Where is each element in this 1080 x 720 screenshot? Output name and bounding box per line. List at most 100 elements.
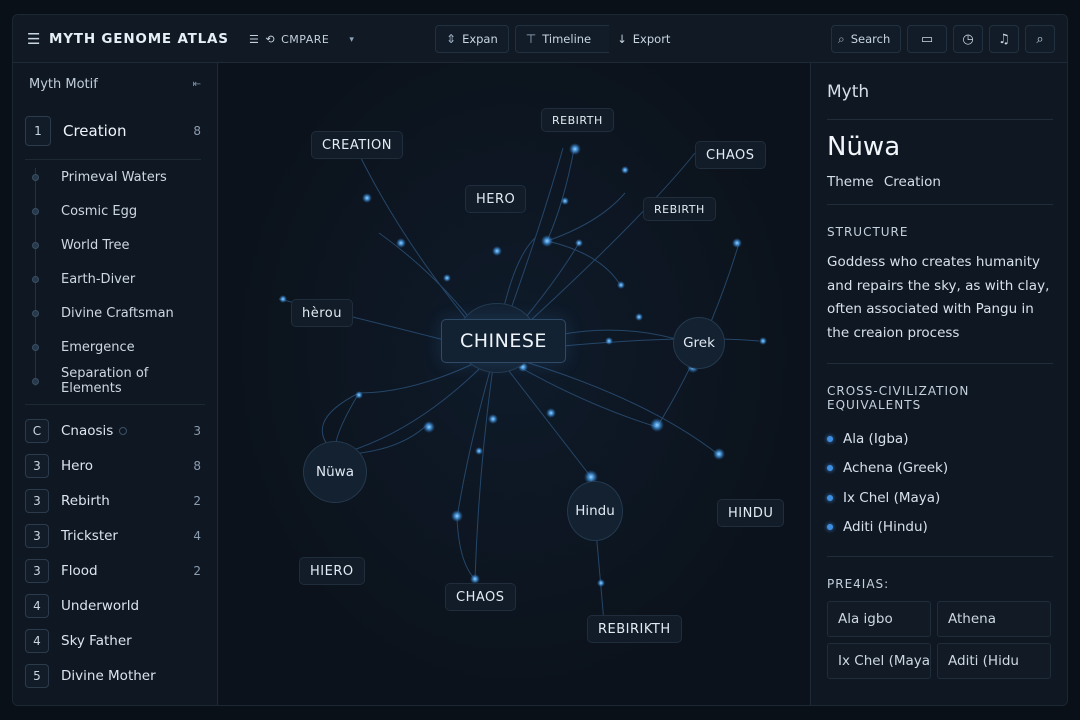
graph-node-dot[interactable] (451, 510, 463, 522)
notifications-button[interactable]: ♫ (989, 25, 1019, 53)
motif-item-trickster[interactable]: 3 Trickster 4 (13, 518, 217, 553)
motif-label: Rebirth (61, 492, 110, 509)
node-dot (32, 309, 39, 317)
graph-node-hindu-circle[interactable]: Hindu (567, 481, 623, 541)
related-chip[interactable]: Ix Chel (Maya) (827, 643, 931, 679)
graph-node-hindu-box[interactable]: HINDU (717, 499, 785, 527)
magnifier-icon: ⌕ (1036, 31, 1044, 47)
graph-node-nuwa[interactable]: Nüwa (303, 441, 367, 503)
graph-node-creation[interactable]: CREATION (311, 131, 403, 159)
sub-motif-item[interactable]: Emergence (25, 330, 201, 364)
graph-node-dot[interactable] (635, 313, 643, 321)
graph-node-dot[interactable] (546, 408, 556, 418)
sub-motif-item[interactable]: Earth-Diver (25, 262, 201, 296)
graph-node-dot[interactable] (423, 421, 435, 433)
sub-motif-label: World Tree (61, 237, 130, 253)
motif-label: Hero (61, 457, 93, 474)
graph-node-dot[interactable] (475, 447, 483, 455)
graph-node-dot[interactable] (279, 295, 287, 303)
related-chip[interactable]: Ala igbo (827, 601, 931, 637)
motif-item-chaos[interactable]: C Cnaosis 3 (13, 413, 217, 448)
motif-label: Cnaosis (61, 423, 193, 439)
graph-node-dot[interactable] (488, 414, 498, 424)
graph-node-dot[interactable] (759, 337, 767, 345)
graph-node-dot[interactable] (713, 448, 725, 460)
sub-motif-label: Earth-Diver (61, 271, 136, 287)
divider (827, 556, 1053, 557)
motif-item-creation[interactable]: 1 Creation 8 (13, 111, 217, 151)
motif-item-hero[interactable]: 3 Hero 8 (13, 448, 217, 483)
graph-node-dot[interactable] (605, 337, 613, 345)
graph-node-dot[interactable] (492, 246, 502, 256)
graph-node-rebirth-mid[interactable]: REBIRTH (643, 197, 716, 221)
chevron-down-icon: ▾ (349, 34, 355, 45)
structure-heading: STRUCTURE (827, 225, 909, 239)
sub-motif-item[interactable]: Primeval Waters (25, 160, 201, 194)
compare-label: CMPARE (281, 33, 330, 46)
related-chip[interactable]: Aditi (Hidu (937, 643, 1051, 679)
sub-motif-label: Separation of Elements (61, 366, 149, 396)
graph-node-dot[interactable] (650, 418, 664, 432)
search-button[interactable]: ⌕ Search (831, 25, 901, 53)
divider (25, 404, 205, 405)
motif-number: 4 (25, 593, 49, 618)
sub-motif-item[interactable]: Separation of Elements (25, 364, 201, 398)
motif-item-underworld[interactable]: 4 Underworld (13, 588, 217, 623)
document-search-icon: ▭ (920, 31, 934, 47)
equivalent-item[interactable]: Ix Chel (Maya) (827, 483, 1053, 513)
bookmark-button[interactable]: ▭ (907, 25, 947, 53)
motif-number: C (25, 418, 49, 443)
motif-item-flood[interactable]: 3 Flood 2 (13, 553, 217, 588)
graph-node-chinese[interactable]: CHINESE (441, 319, 566, 363)
timeline-button[interactable]: ⊤ Timeline (514, 25, 610, 53)
graph-node-dot[interactable] (443, 274, 451, 282)
graph-node-dot[interactable] (355, 391, 363, 399)
motif-count: 2 (193, 563, 201, 578)
app-window: ☰ MYTH GENOME ATLAS ☰ ⟲ CMPARE ▾ ⇕ Expan… (12, 14, 1068, 706)
graph-node-dot[interactable] (541, 235, 553, 247)
compare-dropdown[interactable]: ☰ ⟲ CMPARE ▾ (249, 33, 354, 46)
sub-motif-item[interactable]: World Tree (25, 228, 201, 262)
graph-node-dot[interactable] (396, 238, 406, 248)
motif-item-rebirth[interactable]: 3 Rebirth 2 (13, 483, 217, 518)
graph-node-dot[interactable] (732, 238, 742, 248)
related-chip[interactable]: Athena (937, 601, 1051, 637)
equivalent-item[interactable]: Achena (Greek) (827, 454, 1053, 484)
collapse-icon[interactable]: ⇤ (193, 79, 201, 90)
equivalent-item[interactable]: Ala (Igba) (827, 424, 1053, 454)
graph-node-dot[interactable] (561, 197, 569, 205)
export-button[interactable]: ↓ Export (609, 25, 678, 53)
graph-node-hiero[interactable]: HIERO (299, 557, 365, 585)
history-button[interactable]: ◷ (953, 25, 983, 53)
expand-icon: ⇕ (446, 32, 457, 46)
graph-node-chaos-bottom[interactable]: CHAOS (445, 583, 516, 611)
graph-node-rebirth-bottom[interactable]: REBIRIKTH (587, 615, 682, 643)
myth-description: Goddess who creates humanity and repairs… (827, 254, 1050, 341)
global-search-button[interactable]: ⌕ (1025, 25, 1055, 53)
sub-motif-item[interactable]: Divine Craftsman (25, 296, 201, 330)
graph-node-greek[interactable]: Grek (673, 317, 725, 369)
graph-node-dot[interactable] (617, 281, 625, 289)
graph-node-dot[interactable] (575, 239, 583, 247)
graph-node-chaos-top[interactable]: CHAOS (695, 141, 766, 169)
panel-title: Myth (827, 82, 870, 102)
equivalent-item[interactable]: Aditi (Hindu) (827, 513, 1053, 543)
related-chips: Ala igbo Athena Ix Chel (Maya) Aditi (Hi… (827, 601, 1053, 679)
motif-item-sky-father[interactable]: 4 Sky Father (13, 623, 217, 658)
sub-motif-item[interactable]: Cosmic Egg (25, 194, 201, 228)
graph-node-herou[interactable]: hèrou (291, 299, 353, 327)
graph-node-dot[interactable] (597, 579, 605, 587)
graph-edge (494, 352, 720, 456)
graph-edge (474, 352, 496, 580)
motif-item-divine-mother[interactable]: 5 Divine Mother (13, 658, 217, 693)
graph-node-dot[interactable] (362, 193, 372, 203)
expand-button[interactable]: ⇕ Expan (435, 25, 509, 53)
graph-node-dot[interactable] (621, 166, 629, 174)
menu-icon[interactable]: ☰ (27, 30, 49, 48)
myth-network-graph[interactable]: CHINESE CREATION REBIRTH CHAOS HERO REBI… (219, 63, 809, 705)
equivalents-list: Ala (Igba) Achena (Greek) Ix Chel (Maya)… (827, 424, 1053, 542)
graph-node-hero-top[interactable]: HERO (465, 185, 527, 213)
graph-node-rebirth-top[interactable]: REBIRTH (541, 108, 614, 132)
motif-count: 8 (193, 124, 201, 138)
graph-node-dot[interactable] (569, 143, 581, 155)
